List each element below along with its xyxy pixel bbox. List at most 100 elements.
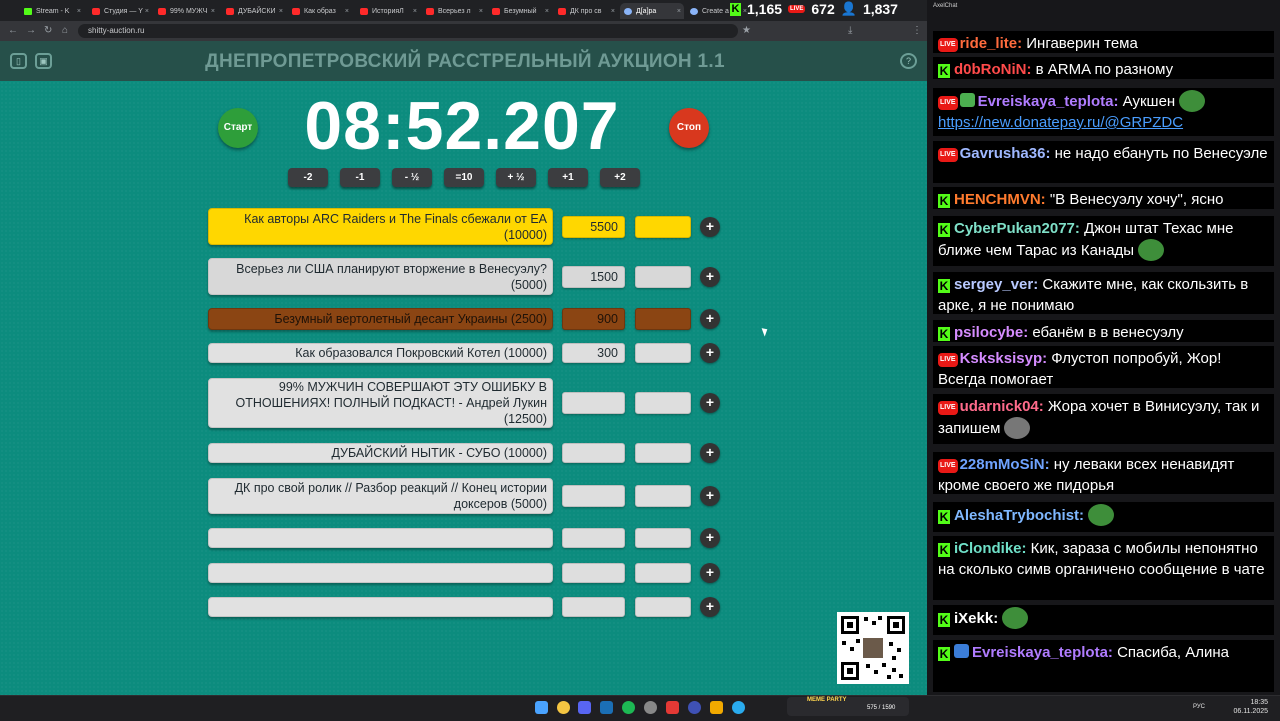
time-adjust-button[interactable]: +1 [548,168,588,187]
lot-add-amount-field[interactable] [635,597,691,617]
chat-username[interactable]: Evreiskaya_teplota: [978,93,1119,110]
lot-bid-field[interactable]: 300 [562,343,625,363]
telegram-icon[interactable] [732,701,745,714]
browser-tab[interactable]: Как образ × [288,3,352,19]
menu-icon[interactable]: ⋮ [912,25,922,36]
time-adjust-button[interactable]: +2 [600,168,640,187]
add-bid-button[interactable]: + [700,309,720,329]
discord-icon[interactable] [578,701,591,714]
save-icon[interactable]: ▣ [35,53,52,69]
lot-add-amount-field[interactable] [635,343,691,363]
browser-tab[interactable]: ДУБАЙСКИ × [222,3,286,19]
lot-add-amount-field[interactable] [635,392,691,414]
browser-tab[interactable]: Безумный × [488,3,552,19]
close-icon[interactable]: × [77,8,81,15]
home-icon[interactable]: ⌂ [62,25,68,36]
lot-bid-field[interactable]: 1500 [562,266,625,288]
browser-tab[interactable]: Студия — Y × [88,3,152,19]
chat-username[interactable]: 228mMoSiN: [960,456,1050,473]
chat-username[interactable]: Gavrusha36: [960,145,1051,162]
close-icon[interactable]: × [479,8,483,15]
chat-username[interactable]: iClondike: [954,540,1027,557]
folder-icon[interactable] [710,701,723,714]
obs-icon[interactable] [644,701,657,714]
chat-username[interactable]: Evreiskaya_teplota: [972,644,1113,661]
lot-bid-field[interactable] [562,485,625,507]
add-bid-button[interactable]: + [700,267,720,287]
add-bid-button[interactable]: + [700,486,720,506]
chat-username[interactable]: ride_lite: [960,35,1023,52]
lot-name-field[interactable]: Как образовался Покровский Котел (10000) [208,343,553,363]
close-icon[interactable]: × [211,8,215,15]
browser-tab[interactable]: ДК про св × [554,3,618,19]
lot-name-field[interactable] [208,528,553,548]
chat-username[interactable]: udarnick04: [960,398,1044,415]
close-icon[interactable]: × [545,8,549,15]
lot-name-field[interactable]: Всерьез ли США планируют вторжение в Вен… [208,258,553,295]
time-adjust-button[interactable]: -1 [340,168,380,187]
lot-name-field[interactable]: ДК про свой ролик // Разбор реакций // К… [208,478,553,514]
browser-tab[interactable]: Д[a]ра × [620,3,684,19]
steam-icon[interactable] [600,701,613,714]
app-icon[interactable] [666,701,679,714]
lot-name-field[interactable]: Как авторы ARC Raiders и The Finals сбеж… [208,208,553,245]
add-bid-button[interactable]: + [700,563,720,583]
lot-bid-field[interactable]: 5500 [562,216,625,238]
start-button[interactable]: Старт [218,108,258,148]
back-icon[interactable]: ← [8,25,18,36]
lot-bid-field[interactable] [562,528,625,548]
chat-username[interactable]: iXekk: [954,610,998,627]
language-indicator[interactable]: РУС [1193,704,1205,710]
browser-tab[interactable]: 99% МУЖЧ × [154,3,218,19]
time-adjust-button[interactable]: -2 [288,168,328,187]
time-adjust-button[interactable]: + ½ [496,168,536,187]
close-icon[interactable]: × [677,8,681,15]
lot-add-amount-field[interactable] [635,266,691,288]
windows-start-icon[interactable] [535,701,548,714]
add-bid-button[interactable]: + [700,443,720,463]
time-adjust-button[interactable]: - ½ [392,168,432,187]
help-icon[interactable]: ? [900,53,917,69]
bookmark-star-icon[interactable]: ★ [742,25,751,36]
address-bar[interactable]: shitty-auction.ru [78,24,738,38]
lot-add-amount-field[interactable] [635,216,691,238]
app2-icon[interactable] [688,701,701,714]
lot-add-amount-field[interactable] [635,443,691,463]
chat-username[interactable]: AleshaTrybochist: [954,507,1084,524]
add-bid-button[interactable]: + [700,528,720,548]
add-bid-button[interactable]: + [700,343,720,363]
chat-username[interactable]: d0bRoNiN: [954,61,1032,78]
lot-name-field[interactable] [208,563,553,583]
chat-username[interactable]: sergey_ver: [954,276,1038,293]
lot-add-amount-field[interactable] [635,563,691,583]
time-adjust-button[interactable]: =10 [444,168,484,187]
download-icon[interactable]: ⤓ [848,25,852,36]
close-icon[interactable]: × [413,8,417,15]
lot-add-amount-field[interactable] [635,528,691,548]
stop-button[interactable]: Стоп [669,108,709,148]
add-bid-button[interactable]: + [700,393,720,413]
lot-name-field[interactable]: ДУБАЙСКИЙ НЫТИК - СУБО (10000) [208,443,553,463]
browser-tab[interactable]: Stream - K × [20,3,84,19]
sidebar-toggle-icon[interactable]: ▯ [10,53,27,69]
lot-bid-field[interactable] [562,563,625,583]
lot-bid-field[interactable]: 900 [562,308,625,330]
forward-icon[interactable]: → [26,25,36,36]
close-icon[interactable]: × [345,8,349,15]
browser-tab[interactable]: ИсторияЛ × [356,3,420,19]
chat-link[interactable]: https://new.donatepay.ru/@GRPZDC [938,114,1183,131]
lot-add-amount-field[interactable] [635,485,691,507]
chat-username[interactable]: psilocybe: [954,324,1028,341]
add-bid-button[interactable]: + [700,597,720,617]
close-icon[interactable]: × [279,8,283,15]
browser-tab[interactable]: Всерьез л × [422,3,486,19]
spotify-icon[interactable] [622,701,635,714]
close-icon[interactable]: × [145,8,149,15]
chat-username[interactable]: Ksksksisyp: [960,350,1048,367]
close-icon[interactable]: × [611,8,615,15]
lot-add-amount-field[interactable] [635,308,691,330]
lot-name-field[interactable]: 99% МУЖЧИН СОВЕРШАЮТ ЭТУ ОШИБКУ В ОТНОШЕ… [208,378,553,428]
lot-bid-field[interactable] [562,392,625,414]
chat-username[interactable]: HENCHMVN: [954,191,1046,208]
reload-icon[interactable]: ↻ [44,25,52,36]
